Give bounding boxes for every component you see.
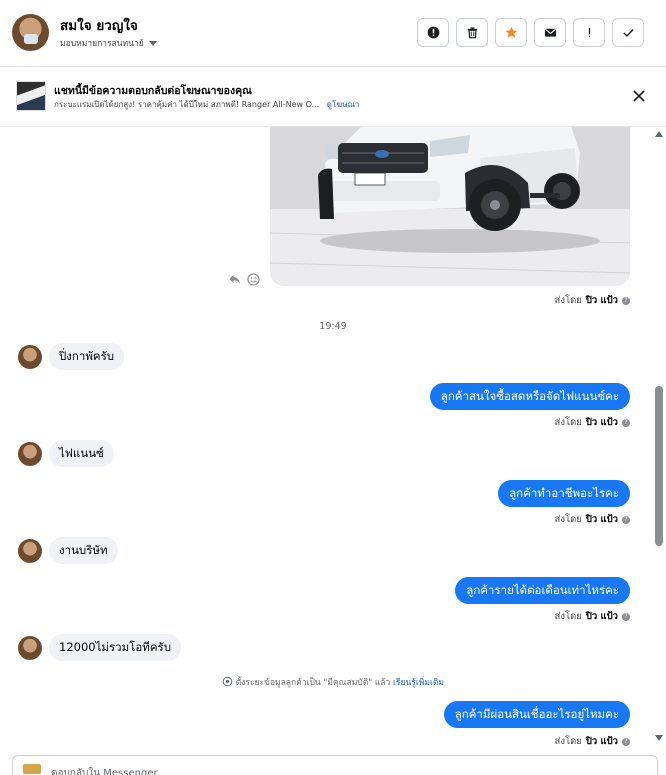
seen-icon: ? bbox=[622, 612, 630, 621]
ad-banner-subtitle: กระบะแรมเปิดได้ยกสูง! ราคาคุ้มค่า ได้ปีใ… bbox=[54, 98, 359, 111]
caret-down-icon bbox=[148, 40, 157, 46]
ad-banner-title: แชทนี้มีข้อความตอบกลับต่อโฆษณาของคุณ bbox=[54, 85, 252, 97]
page-logo-icon bbox=[23, 764, 41, 774]
timestamp-separator: 19:49 bbox=[319, 321, 347, 332]
assign-label: มอบหมายการสนทนาย้ bbox=[60, 39, 144, 49]
sent-by-label: ส่งโดย bbox=[554, 611, 582, 622]
outgoing-bubble[interactable]: ลูกค้าสนใจซื้อสดหรือจัดไฟแนนซ์คะ bbox=[429, 383, 630, 411]
mail-icon bbox=[544, 28, 556, 37]
incoming-bubble[interactable]: ปิ่งกาพัครับ bbox=[49, 343, 125, 371]
sent-by-label: ส่งโดย bbox=[554, 514, 582, 525]
incoming-message: 12000ไม่รวมโอทีครับ bbox=[18, 634, 181, 662]
sent-by-name: ปิว แป้ว bbox=[585, 736, 618, 747]
sent-by-name: ปิว แป้ว bbox=[585, 295, 618, 306]
ad-thumbnail[interactable] bbox=[16, 81, 46, 111]
scroll-thumb[interactable] bbox=[655, 386, 663, 546]
header-actions bbox=[417, 18, 644, 47]
incoming-message: ปิ่งกาพัครับ bbox=[18, 343, 125, 371]
seen-icon: ? bbox=[622, 737, 630, 746]
contact-avatar-small[interactable] bbox=[18, 344, 42, 369]
ad-description: กระบะแรมเปิดได้ยกสูง! ราคาคุ้มค่า ได้ปีใ… bbox=[54, 100, 320, 109]
sent-by-receipt: ส่งโดย ปิว แป้ว ? bbox=[555, 415, 630, 430]
contact-avatar-small[interactable] bbox=[18, 538, 42, 563]
incoming-bubble[interactable]: ไฟแนนซ์ bbox=[49, 440, 114, 468]
trash-icon bbox=[467, 27, 477, 39]
star-button[interactable] bbox=[495, 18, 527, 47]
conversation-header: สมใจ ยวญใจ มอบหมายการสนทนาย้ bbox=[0, 0, 666, 67]
sent-by-label: ส่งโดย bbox=[554, 736, 582, 747]
sent-by-name: ปิว แป้ว bbox=[585, 417, 618, 428]
incoming-bubble[interactable]: 12000ไม่รวมโอทีครับ bbox=[49, 634, 181, 662]
sent-by-receipt: ส่งโดย ปิว แป้ว ? bbox=[555, 512, 630, 527]
incoming-message: งานบริษัท bbox=[18, 537, 118, 565]
outgoing-bubble[interactable]: ลูกค้ามีผ่อนสินเชื่ออะไรอยู่ไหมคะ bbox=[443, 701, 630, 729]
outgoing-bubble[interactable]: ลูกค้าทำอาชีพอะไรคะ bbox=[498, 480, 630, 508]
contact-avatar-small[interactable] bbox=[18, 635, 42, 660]
sent-by-name: ปิว แป้ว bbox=[585, 514, 618, 525]
scroll-down-arrow[interactable] bbox=[655, 735, 663, 741]
seen-icon: ? bbox=[622, 296, 630, 305]
contact-name[interactable]: สมใจ ยวญใจ bbox=[60, 14, 138, 36]
reply-icon[interactable] bbox=[228, 273, 241, 286]
report-button[interactable] bbox=[417, 18, 449, 47]
message-thread: ส่งโดย ปิว แป้ว ? 19:49 ปิ่งกาพัครับ ลูก… bbox=[0, 127, 666, 753]
incoming-message: ไฟแนนซ์ bbox=[18, 440, 114, 468]
ad-reply-banner: แชทนี้มีข้อความตอบกลับต่อโฆษณาของคุณ กระ… bbox=[0, 67, 666, 127]
target-icon bbox=[222, 676, 233, 687]
contact-avatar-small[interactable] bbox=[18, 441, 42, 466]
scroll-up-arrow[interactable] bbox=[655, 131, 663, 137]
shared-car-image[interactable] bbox=[270, 127, 630, 286]
mark-done-button[interactable] bbox=[612, 18, 644, 47]
delete-button[interactable] bbox=[456, 18, 488, 47]
composer-placeholder: ตอบกลับใน Messenger bbox=[51, 768, 158, 775]
sent-by-receipt: ส่งโดย ปิว แป้ว ? bbox=[555, 734, 630, 749]
mark-unread-button[interactable] bbox=[534, 18, 566, 47]
pickup-truck-illustration bbox=[270, 127, 630, 286]
sent-by-label: ส่งโดย bbox=[554, 417, 582, 428]
incoming-bubble[interactable]: งานบริษัท bbox=[49, 537, 118, 565]
report-icon bbox=[427, 26, 439, 39]
learn-more-link[interactable]: เรียนรู้เพิ่มเติม bbox=[393, 678, 444, 688]
check-icon bbox=[622, 29, 634, 37]
sent-by-receipt: ส่งโดย ปิว แป้ว ? bbox=[555, 609, 630, 624]
assign-conversation-dropdown[interactable]: มอบหมายการสนทนาย้ bbox=[60, 36, 157, 50]
mark-spam-button[interactable] bbox=[573, 18, 605, 47]
outgoing-bubble[interactable]: ลูกค้ารายได้ต่อเดือนเท่าไหร่คะ bbox=[455, 577, 630, 605]
emoji-icon[interactable] bbox=[247, 273, 260, 286]
system-note-text: ตั้งระยะข้อมูลลูกค้าเป็น "มีคุณสมบัติ" แ… bbox=[235, 678, 391, 688]
close-icon[interactable] bbox=[632, 89, 646, 103]
reply-composer[interactable]: ตอบกลับใน Messenger bbox=[12, 755, 658, 775]
view-ad-link[interactable]: ดูโฆษณา bbox=[327, 100, 360, 109]
message-react-tools bbox=[228, 273, 260, 286]
sent-by-name: ปิว แป้ว bbox=[585, 611, 618, 622]
sent-by-receipt: ส่งโดย ปิว แป้ว ? bbox=[555, 293, 630, 308]
seen-icon: ? bbox=[622, 418, 630, 427]
sent-by-label: ส่งโดย bbox=[554, 295, 582, 306]
exclamation-icon bbox=[588, 27, 590, 37]
star-icon bbox=[505, 26, 517, 38]
contact-avatar[interactable] bbox=[12, 14, 49, 51]
seen-icon: ? bbox=[622, 515, 630, 524]
thread-scrollbar[interactable] bbox=[652, 127, 666, 753]
system-note: ตั้งระยะข้อมูลลูกค้าเป็น "มีคุณสมบัติ" แ… bbox=[0, 675, 666, 689]
